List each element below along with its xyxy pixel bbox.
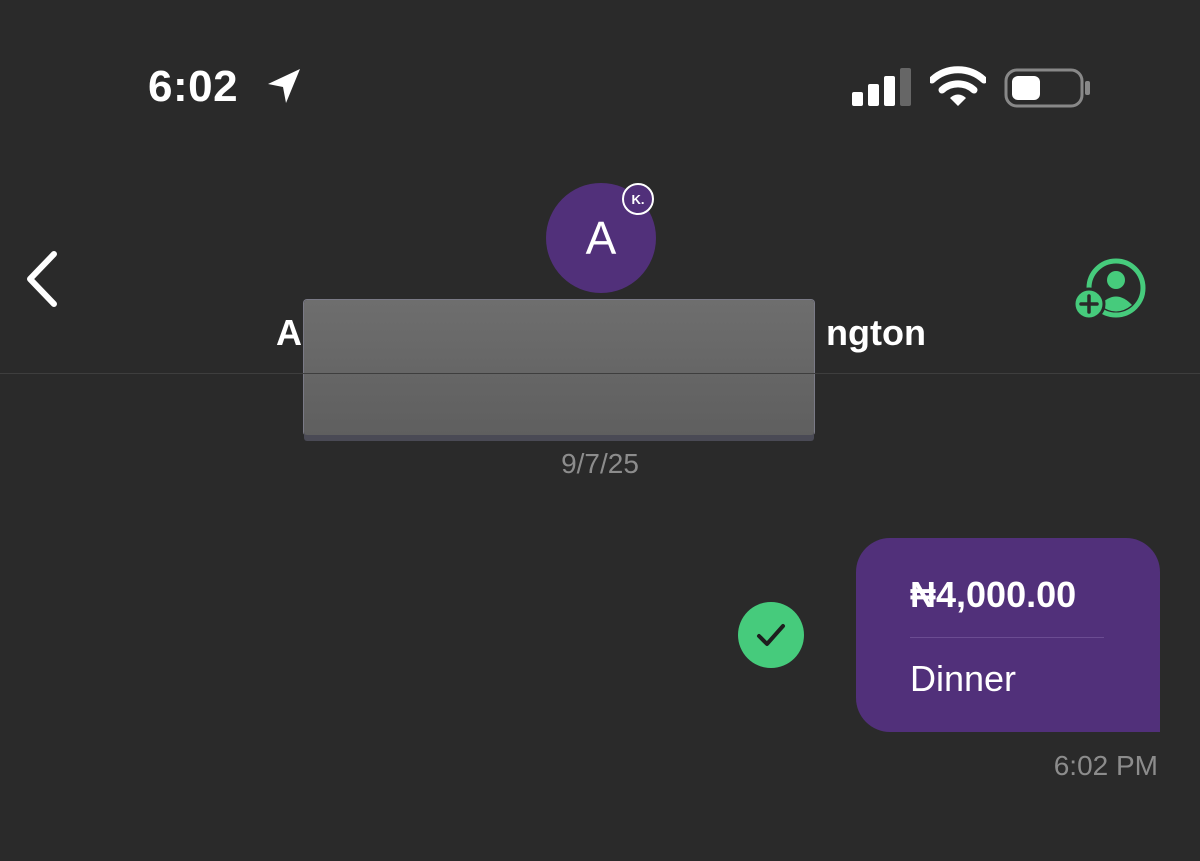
location-arrow-icon — [268, 69, 300, 103]
payment-note: Dinner — [910, 658, 1017, 699]
bubble-divider — [910, 637, 1104, 638]
kuda-badge-icon: K. — [622, 183, 654, 215]
cellular-signal-icon — [852, 68, 911, 106]
status-time: 6:02 — [148, 62, 239, 111]
contact-name-start: A — [276, 312, 302, 353]
payment-amount: ₦4,000.00 — [910, 574, 1077, 615]
header-divider — [0, 373, 1200, 374]
redaction-box — [304, 300, 814, 435]
date-separator: 9/7/25 — [561, 448, 639, 479]
contact-name-end: ngton — [826, 312, 926, 353]
back-button[interactable] — [22, 248, 62, 310]
status-badge — [738, 602, 804, 668]
message-time: 6:02 PM — [1053, 750, 1158, 781]
battery-icon — [1004, 68, 1090, 108]
payment-message-bubble[interactable]: ₦4,000.00 Dinner — [856, 538, 1160, 732]
add-user-icon[interactable] — [1074, 258, 1148, 322]
avatar-letter: A — [585, 212, 617, 264]
wifi-icon — [930, 66, 986, 106]
checkmark-icon — [757, 624, 785, 646]
